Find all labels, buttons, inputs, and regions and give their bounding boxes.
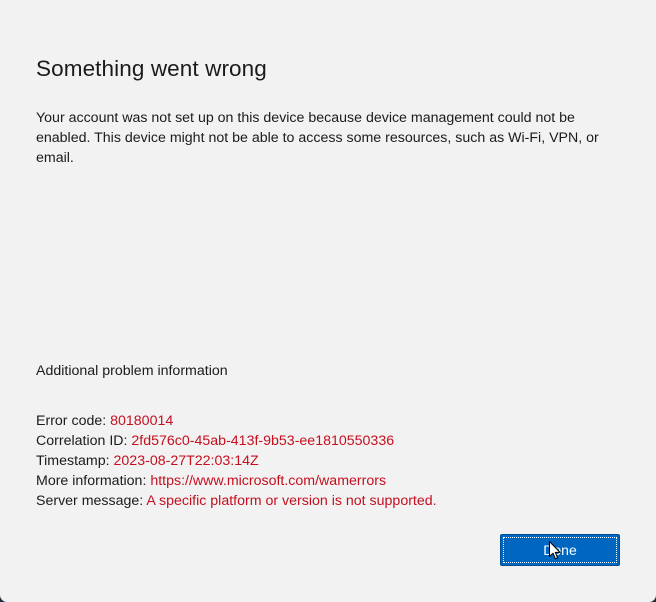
- server-message-value: A specific platform or version is not su…: [146, 493, 437, 509]
- error-dialog: Something went wrong Your account was no…: [0, 0, 656, 602]
- more-information-label: More information:: [36, 473, 151, 489]
- correlation-id-label: Correlation ID:: [36, 433, 132, 449]
- error-code-label: Error code:: [36, 413, 111, 429]
- error-code-row: Error code: 80180014: [36, 411, 437, 431]
- correlation-id-row: Correlation ID: 2fd576c0-45ab-413f-9b53-…: [36, 431, 437, 451]
- error-details: Error code: 80180014 Correlation ID: 2fd…: [36, 411, 437, 511]
- correlation-id-value: 2fd576c0-45ab-413f-9b53-ee1810550336: [131, 433, 395, 449]
- done-button-label: Done: [503, 537, 617, 563]
- error-code-value: 80180014: [110, 413, 174, 429]
- server-message-row: Server message: A specific platform or v…: [36, 491, 437, 511]
- timestamp-value: 2023-08-27T22:03:14Z: [113, 453, 259, 469]
- more-information-row: More information: https://www.microsoft.…: [36, 471, 437, 491]
- server-message-label: Server message:: [36, 493, 147, 509]
- done-button[interactable]: Done: [500, 534, 620, 566]
- additional-info-heading: Additional problem information: [36, 363, 228, 379]
- timestamp-row: Timestamp: 2023-08-27T22:03:14Z: [36, 451, 437, 471]
- dialog-title: Something went wrong: [36, 56, 267, 81]
- error-description: Your account was not set up on this devi…: [36, 110, 599, 166]
- timestamp-label: Timestamp:: [36, 453, 114, 469]
- more-information-link[interactable]: https://www.microsoft.com/wamerrors: [150, 473, 386, 489]
